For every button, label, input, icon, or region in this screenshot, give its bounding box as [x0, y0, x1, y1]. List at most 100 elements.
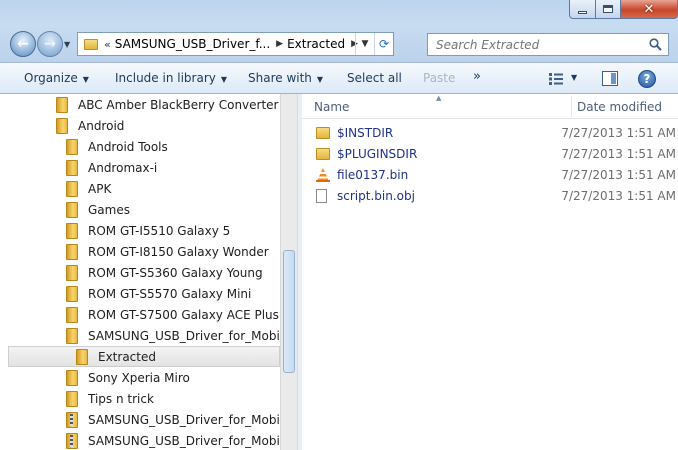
tree-item[interactable]: Andromax-i — [0, 157, 280, 178]
file-row[interactable]: $INSTDIR 7/27/2013 1:51 AM — [316, 123, 676, 143]
more-commands-button[interactable]: » — [473, 69, 481, 84]
tree-item[interactable]: Android — [0, 115, 280, 136]
tree-item-label: ROM GT-I5510 Galaxy 5 — [88, 223, 231, 238]
tree-item[interactable]: Android Tools — [0, 136, 280, 157]
tree-item-label: ABC Amber BlackBerry Converter v6.88 — [78, 97, 280, 112]
file-date-modified: 7/27/2013 1:51 AM — [561, 189, 676, 203]
tree-item[interactable]: Sony Xperia Miro — [0, 367, 280, 388]
file-row[interactable]: file0137.bin 7/27/2013 1:51 AM — [316, 165, 676, 185]
organize-button[interactable]: Organize ▼ — [24, 71, 89, 85]
tree-item[interactable]: APK — [0, 178, 280, 199]
back-arrow-icon: ← — [17, 36, 29, 52]
maximize-button[interactable] — [595, 0, 621, 19]
file-row[interactable]: script.bin.obj 7/27/2013 1:51 AM — [316, 186, 676, 206]
include-in-library-label: Include in library — [115, 71, 216, 85]
tree-item[interactable]: ABC Amber BlackBerry Converter v6.88 — [0, 94, 280, 115]
tree-item[interactable]: ROM GT-S7500 Galaxy ACE Plus — [0, 304, 280, 325]
tree-item[interactable]: ROM GT-I8150 Galaxy Wonder — [0, 241, 280, 262]
folder-icon — [66, 159, 78, 176]
close-button[interactable]: ✕ — [620, 0, 678, 19]
tree-item-label: APK — [88, 181, 112, 196]
file-list-pane: ▲ Name Date modified $INSTDIR 7/27/2013 1… — [302, 94, 678, 450]
tree-item-label: SAMSUNG_USB_Driver_for_Mobile_Phones — [88, 328, 280, 343]
tree-item[interactable]: SAMSUNG_USB_Driver_for_Mobile_Phones — [0, 325, 280, 346]
chevron-down-icon: ▼ — [316, 75, 324, 84]
share-with-button[interactable]: Share with ▼ — [248, 71, 323, 85]
folder-icon — [56, 96, 68, 113]
scrollbar-thumb[interactable] — [283, 250, 295, 373]
folder-icon — [66, 327, 78, 344]
tree-item[interactable]: Tips n trick — [0, 388, 280, 409]
minimize-button[interactable] — [569, 0, 596, 19]
folder-icon — [66, 180, 78, 197]
help-icon[interactable]: ? — [638, 70, 656, 88]
folder-icon — [66, 264, 78, 281]
folder-icon — [316, 127, 330, 139]
select-all-button[interactable]: Select all — [347, 71, 402, 85]
view-options-dropdown[interactable]: ▼ — [571, 73, 577, 82]
recent-pages-dropdown[interactable]: ▼ — [64, 40, 70, 49]
tree-item[interactable]: SAMSUNG_USB_Driver_for_Mobile_Phones — [0, 409, 280, 430]
close-icon: ✕ — [643, 1, 655, 17]
address-overflow-chevron[interactable]: « — [104, 38, 111, 51]
file-name: file0137.bin — [337, 168, 409, 182]
minimize-icon — [578, 10, 587, 14]
tree-item-label: ROM GT-S5570 Galaxy Mini — [88, 286, 252, 301]
refresh-icon[interactable]: ⟳ — [374, 33, 393, 55]
file-row[interactable]: $PLUGINSDIR 7/27/2013 1:51 AM — [316, 144, 676, 164]
address-history-dropdown[interactable]: ▼ — [355, 33, 374, 55]
folder-icon — [66, 243, 78, 260]
breadcrumb-segment[interactable]: SAMSUNG_USB_Driver_f... — [115, 37, 270, 51]
folder-icon — [66, 138, 78, 155]
tree-item-label: Android Tools — [88, 139, 168, 154]
folder-icon — [66, 201, 78, 218]
tree-item-label: Extracted — [98, 349, 156, 364]
tree-item-label: Sony Xperia Miro — [88, 370, 190, 385]
breadcrumb-segment-current[interactable]: Extracted — [287, 37, 345, 51]
organize-label: Organize — [24, 71, 78, 85]
maximize-icon — [603, 5, 613, 13]
tree-item[interactable]: SAMSUNG_USB_Driver_for_Mobile_Phones — [0, 430, 280, 450]
tree-item[interactable]: ROM GT-I5510 Galaxy 5 — [0, 220, 280, 241]
back-button[interactable]: ← — [10, 31, 36, 57]
tree-item[interactable]: Extracted — [8, 346, 280, 367]
column-divider[interactable] — [571, 96, 572, 117]
vlc-icon — [316, 168, 330, 182]
folder-icon — [66, 390, 78, 407]
include-in-library-button[interactable]: Include in library ▼ — [115, 71, 227, 85]
chevron-down-icon: ▼ — [220, 75, 228, 84]
tree-item-label: Tips n trick — [88, 391, 154, 406]
title-bar: ✕ — [0, 0, 678, 26]
column-header-row: ▲ Name Date modified — [302, 94, 678, 119]
sort-ascending-icon: ▲ — [436, 94, 442, 102]
column-header-name[interactable]: Name — [314, 100, 349, 114]
navigation-pane-scrollbar[interactable] — [280, 94, 297, 450]
tree-item[interactable]: ROM GT-S5570 Galaxy Mini — [0, 283, 280, 304]
tree-item-label: ROM GT-S5360 Galaxy Young — [88, 265, 263, 280]
forward-button[interactable]: → — [37, 31, 63, 57]
file-name: $PLUGINSDIR — [337, 147, 418, 161]
search-input[interactable] — [436, 37, 646, 52]
search-icon[interactable] — [649, 38, 662, 51]
tree-item-label: Games — [88, 202, 130, 217]
paste-button[interactable]: Paste — [423, 71, 455, 85]
folder-icon — [56, 117, 68, 134]
folder-icon — [66, 306, 78, 323]
change-view-icon[interactable] — [549, 73, 563, 85]
share-with-label: Share with — [248, 71, 312, 85]
zip-folder-icon — [66, 411, 78, 428]
column-header-date-modified[interactable]: Date modified — [577, 100, 662, 114]
search-box[interactable] — [427, 33, 669, 56]
folder-icon — [76, 348, 88, 365]
address-bar[interactable]: « SAMSUNG_USB_Driver_f... ▶ Extracted ▶ … — [77, 32, 394, 56]
navigation-pane: ABC Amber BlackBerry Converter v6.88 Andr… — [0, 94, 296, 450]
address-folder-icon — [84, 38, 98, 50]
folder-icon — [66, 222, 78, 239]
zip-folder-icon — [66, 432, 78, 449]
tree-item[interactable]: ROM GT-S5360 Galaxy Young — [0, 262, 280, 283]
breadcrumb-arrow-icon[interactable]: ▶ — [276, 39, 283, 49]
tree-item[interactable]: Games — [0, 199, 280, 220]
preview-pane-icon[interactable] — [602, 71, 618, 86]
folder-icon — [66, 285, 78, 302]
chevron-down-icon: ▼ — [82, 75, 89, 84]
